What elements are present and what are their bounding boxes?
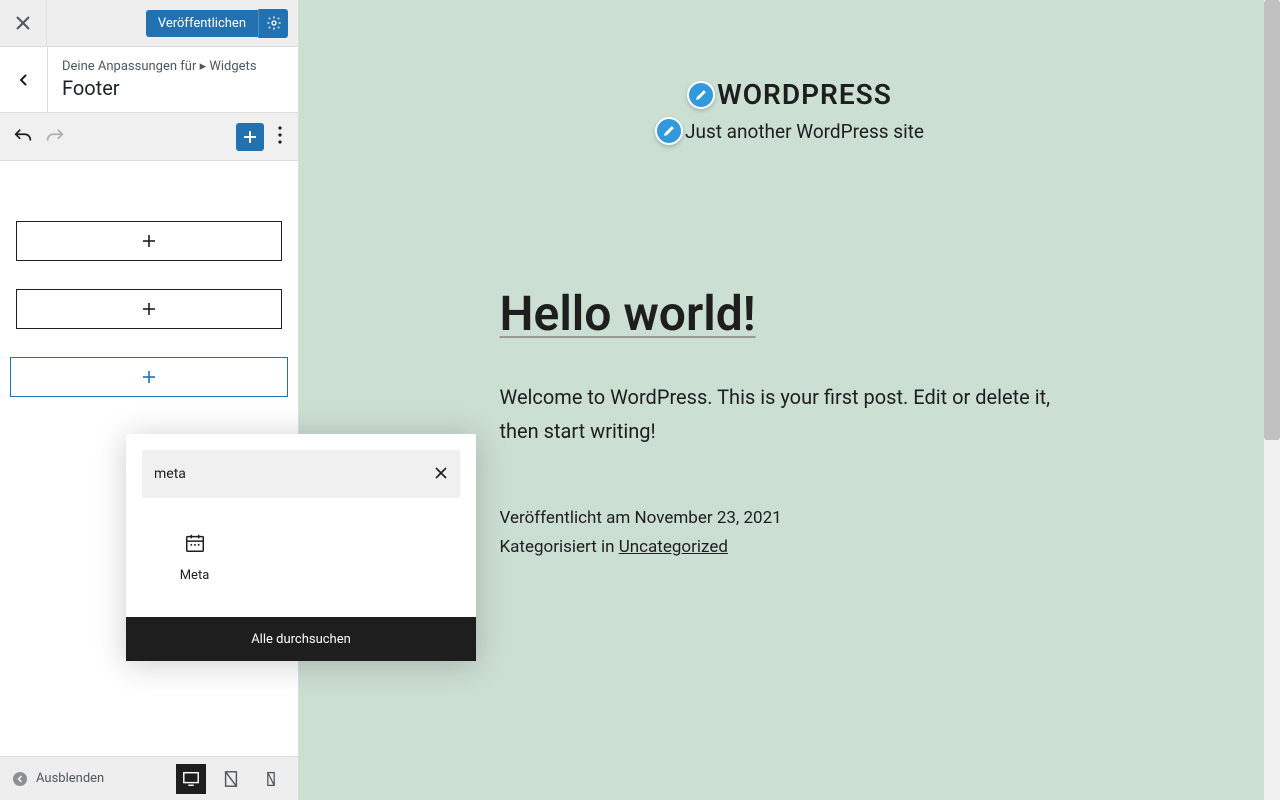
block-search-input[interactable] — [154, 466, 434, 482]
breadcrumb-panel: Deine Anpassungen für ▸ Widgets Footer — [0, 47, 298, 113]
customizer-topbar: Veröffentlichen — [0, 0, 298, 47]
desktop-icon — [182, 770, 200, 788]
post-meta: Veröffentlicht am November 23, 2021 Kate… — [500, 504, 1080, 562]
more-options-button[interactable] — [274, 122, 286, 152]
edit-shortcut-tagline[interactable] — [655, 117, 683, 145]
publish-button[interactable]: Veröffentlichen — [146, 10, 258, 37]
gear-icon — [266, 15, 282, 31]
close-icon — [15, 15, 31, 31]
device-tablet-button[interactable] — [216, 764, 246, 794]
add-widget-slot[interactable] — [16, 289, 282, 329]
back-button[interactable] — [0, 47, 48, 112]
redo-button — [44, 126, 66, 148]
chevron-left-icon — [17, 73, 31, 87]
site-tagline: Just another WordPress site — [685, 120, 924, 143]
undo-icon — [12, 126, 34, 148]
editor-toolbar — [0, 113, 298, 161]
collapse-button[interactable]: Ausblenden — [12, 771, 104, 787]
site-preview: WORDPRESS Just another WordPress site He… — [299, 0, 1280, 800]
preview-scrollbar[interactable] — [1264, 0, 1280, 800]
post-date: November 23, 2021 — [635, 508, 782, 528]
tablet-icon — [222, 770, 240, 788]
plus-icon — [140, 300, 158, 318]
post-category-link[interactable]: Uncategorized — [619, 537, 728, 557]
mobile-icon — [263, 770, 279, 788]
device-footer: Ausblenden — [0, 756, 298, 800]
site-title[interactable]: WORDPRESS — [717, 78, 892, 111]
add-widget-slot[interactable] — [16, 221, 282, 261]
add-block-button[interactable] — [236, 123, 264, 151]
publish-settings-button[interactable] — [258, 9, 288, 38]
post-content: Welcome to WordPress. This is your first… — [500, 380, 1080, 448]
redo-icon — [44, 126, 66, 148]
collapse-label: Ausblenden — [36, 771, 104, 786]
plus-icon — [140, 368, 158, 386]
plus-icon — [240, 127, 260, 147]
device-mobile-button[interactable] — [256, 764, 286, 794]
undo-button[interactable] — [12, 126, 34, 148]
pencil-icon — [662, 124, 676, 138]
breadcrumb-title: Footer — [62, 76, 284, 100]
browse-all-button[interactable]: Alle durchsuchen — [126, 617, 476, 661]
calendar-icon — [184, 532, 206, 554]
device-desktop-button[interactable] — [176, 764, 206, 794]
add-widget-slot-active[interactable] — [10, 357, 288, 397]
close-icon — [434, 466, 448, 480]
chevron-left-circle-icon — [12, 771, 28, 787]
breadcrumb-path: Deine Anpassungen für ▸ Widgets — [62, 59, 284, 74]
block-option-meta[interactable]: Meta — [142, 522, 247, 593]
edit-shortcut-title[interactable] — [687, 81, 715, 109]
post-title[interactable]: Hello world! — [500, 285, 1080, 342]
block-option-label: Meta — [180, 568, 210, 583]
close-button[interactable] — [0, 0, 47, 47]
plus-icon — [140, 232, 158, 250]
block-inserter-popup: Meta Alle durchsuchen — [126, 434, 476, 661]
block-search[interactable] — [142, 450, 460, 498]
dots-vertical-icon — [278, 126, 282, 144]
pencil-icon — [694, 88, 708, 102]
clear-search-button[interactable] — [434, 465, 448, 484]
